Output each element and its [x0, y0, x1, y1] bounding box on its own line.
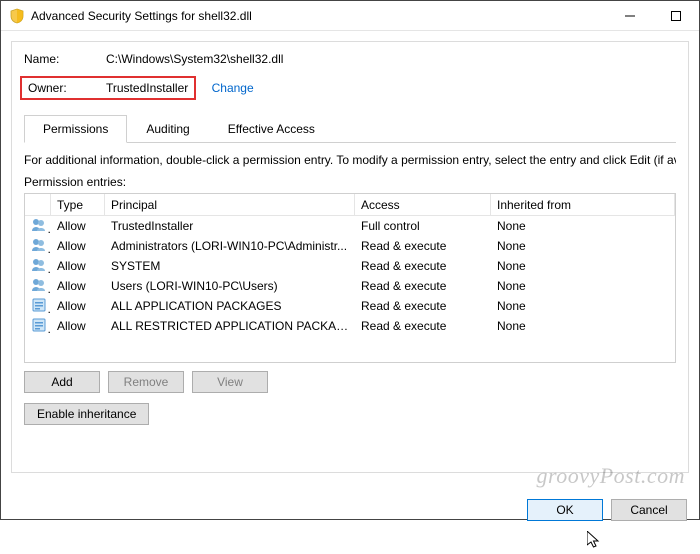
cell-access: Read & execute: [355, 319, 491, 333]
owner-label: Owner:: [28, 81, 106, 95]
maximize-button[interactable]: [653, 1, 699, 31]
add-button[interactable]: Add: [24, 371, 100, 393]
cell-type: Allow: [51, 239, 105, 253]
package-icon: [31, 317, 47, 333]
cell-principal: SYSTEM: [105, 259, 355, 273]
col-inherited[interactable]: Inherited from: [491, 194, 675, 215]
owner-value: TrustedInstaller: [106, 81, 188, 95]
cursor-icon: [587, 531, 603, 554]
col-principal[interactable]: Principal: [105, 194, 355, 215]
table-row[interactable]: AllowAdministrators (LORI-WIN10-PC\Admin…: [25, 236, 675, 256]
tab-permissions[interactable]: Permissions: [24, 115, 127, 143]
cell-principal: TrustedInstaller: [105, 219, 355, 233]
col-access[interactable]: Access: [355, 194, 491, 215]
cell-inherited: None: [491, 239, 675, 253]
cell-inherited: None: [491, 299, 675, 313]
cell-access: Read & execute: [355, 259, 491, 273]
permission-entries-list[interactable]: Type Principal Access Inherited from All…: [24, 193, 676, 363]
cell-access: Read & execute: [355, 299, 491, 313]
tab-strip: Permissions Auditing Effective Access: [24, 114, 676, 143]
cancel-button[interactable]: Cancel: [611, 499, 687, 521]
titlebar: Advanced Security Settings for shell32.d…: [1, 1, 699, 31]
group-icon: [31, 237, 47, 253]
cell-type: Allow: [51, 299, 105, 313]
cell-inherited: None: [491, 279, 675, 293]
name-value: C:\Windows\System32\shell32.dll: [106, 52, 283, 66]
cell-access: Full control: [355, 219, 491, 233]
minimize-button[interactable]: [607, 1, 653, 31]
list-buttons: Add Remove View: [24, 371, 676, 393]
cell-principal: Administrators (LORI-WIN10-PC\Administr.…: [105, 239, 355, 253]
entries-label: Permission entries:: [24, 175, 676, 189]
ok-button[interactable]: OK: [527, 499, 603, 521]
cell-type: Allow: [51, 279, 105, 293]
cell-principal: ALL RESTRICTED APPLICATION PACKAGES: [105, 319, 355, 333]
owner-row: Owner: TrustedInstaller Change: [24, 70, 676, 104]
name-label: Name:: [24, 52, 106, 66]
dialog-body: Name: C:\Windows\System32\shell32.dll Ow…: [1, 41, 699, 529]
cell-access: Read & execute: [355, 239, 491, 253]
tab-auditing[interactable]: Auditing: [127, 115, 208, 143]
cell-type: Allow: [51, 219, 105, 233]
cell-inherited: None: [491, 219, 675, 233]
view-button: View: [192, 371, 268, 393]
dialog-footer: OK Cancel: [527, 499, 687, 521]
package-icon: [31, 297, 47, 313]
table-row[interactable]: AllowSYSTEMRead & executeNone: [25, 256, 675, 276]
info-line: For additional information, double-click…: [24, 153, 676, 167]
table-row[interactable]: AllowALL APPLICATION PACKAGESRead & exec…: [25, 296, 675, 316]
cell-inherited: None: [491, 319, 675, 333]
group-icon: [31, 257, 47, 273]
change-owner-link[interactable]: Change: [212, 81, 254, 95]
table-row[interactable]: AllowALL RESTRICTED APPLICATION PACKAGES…: [25, 316, 675, 336]
cell-type: Allow: [51, 259, 105, 273]
cell-principal: ALL APPLICATION PACKAGES: [105, 299, 355, 313]
table-row[interactable]: AllowTrustedInstallerFull controlNone: [25, 216, 675, 236]
security-shield-icon: [9, 8, 25, 24]
cell-principal: Users (LORI-WIN10-PC\Users): [105, 279, 355, 293]
name-row: Name: C:\Windows\System32\shell32.dll: [24, 52, 676, 66]
table-row[interactable]: AllowUsers (LORI-WIN10-PC\Users)Read & e…: [25, 276, 675, 296]
owner-highlight: Owner: TrustedInstaller: [20, 76, 196, 100]
window-title: Advanced Security Settings for shell32.d…: [31, 9, 607, 23]
cell-inherited: None: [491, 259, 675, 273]
group-icon: [31, 217, 47, 233]
group-icon: [31, 277, 47, 293]
enable-inheritance-button[interactable]: Enable inheritance: [24, 403, 149, 425]
col-type[interactable]: Type: [51, 194, 105, 215]
tab-effective-access[interactable]: Effective Access: [209, 115, 334, 143]
cell-access: Read & execute: [355, 279, 491, 293]
list-header: Type Principal Access Inherited from: [25, 194, 675, 216]
remove-button: Remove: [108, 371, 184, 393]
cell-type: Allow: [51, 319, 105, 333]
